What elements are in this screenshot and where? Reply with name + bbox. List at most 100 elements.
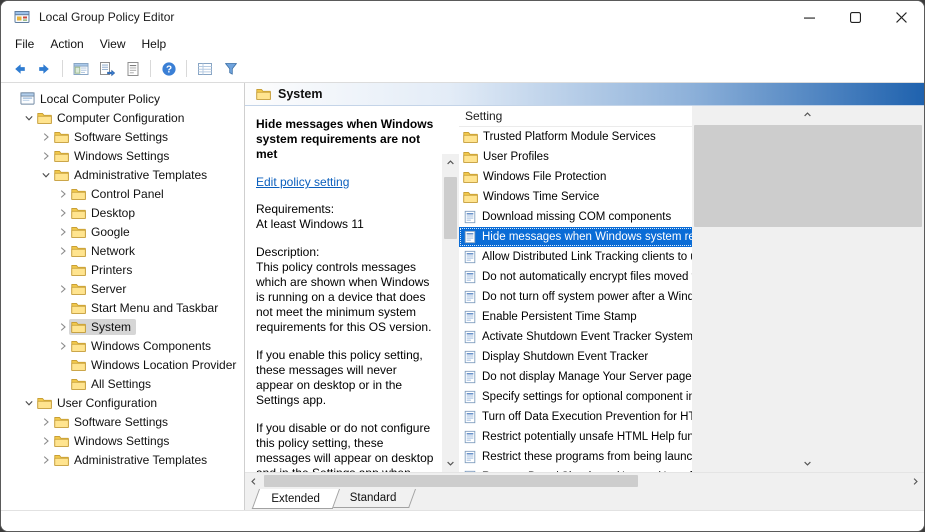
properties-button[interactable] [120, 57, 145, 81]
close-button[interactable] [878, 1, 924, 33]
chevron-right-icon[interactable] [56, 208, 69, 218]
setting-label: Activate Shutdown Event Tracker System S… [482, 331, 692, 343]
list-row-do-not-display-manage-your-server-page-at-[interactable]: Do not display Manage Your Server page a… [459, 367, 692, 387]
list-row-do-not-automatically-encrypt-files-moved-t[interactable]: Do not automatically encrypt files moved… [459, 267, 692, 287]
list-row-do-not-turn-off-system-power-after-a-windo[interactable]: Do not turn off system power after a Win… [459, 287, 692, 307]
tree-item-network[interactable]: Network [1, 241, 244, 260]
pane-title: System [278, 87, 322, 101]
scroll-up-button[interactable] [692, 106, 925, 123]
help-button[interactable]: ? [156, 57, 181, 81]
tree-item-administrative-templates[interactable]: Administrative Templates [1, 165, 244, 184]
back-button[interactable] [6, 57, 31, 81]
scrollbar-track[interactable] [692, 123, 925, 455]
tree-item-label: Windows Settings [74, 434, 169, 448]
menu-help[interactable]: Help [134, 34, 175, 54]
list-row-restrict-potentially-unsafe-html-help-func[interactable]: Restrict potentially unsafe HTML Help fu… [459, 427, 692, 447]
scrollbar-thumb[interactable] [444, 177, 457, 239]
list-row-hide-messages-when-windows-system-requirem[interactable]: Hide messages when Windows system requir… [459, 227, 692, 247]
list-row-enable-persistent-time-stamp[interactable]: Enable Persistent Time StampNot configur… [459, 307, 692, 327]
export-list-button[interactable] [94, 57, 119, 81]
list-row-windows-time-service[interactable]: Windows Time Service [459, 187, 692, 207]
scrollbar-thumb[interactable] [694, 125, 923, 227]
tree-item-printers[interactable]: Printers [1, 260, 244, 279]
list-row-trusted-platform-module-services[interactable]: Trusted Platform Module Services [459, 127, 692, 147]
policy-icon [463, 290, 477, 304]
tree-item-start-menu-and-taskbar[interactable]: Start Menu and Taskbar [1, 298, 244, 317]
list-row-allow-distributed-link-tracking-clients-to[interactable]: Allow Distributed Link Tracking clients … [459, 247, 692, 267]
list-row-specify-settings-for-optional-component-in[interactable]: Specify settings for optional component … [459, 387, 692, 407]
list-row-turn-off-data-execution-prevention-for-htm[interactable]: Turn off Data Execution Prevention for H… [459, 407, 692, 427]
scroll-right-button[interactable] [907, 473, 924, 489]
chevron-down-icon[interactable] [22, 398, 35, 408]
list-row-activate-shutdown-event-tracker-system-sta[interactable]: Activate Shutdown Event Tracker System S… [459, 327, 692, 347]
tree-item-system[interactable]: System [1, 317, 244, 336]
chevron-right-icon[interactable] [39, 436, 52, 446]
scroll-down-button[interactable] [692, 455, 925, 472]
tree-item-desktop[interactable]: Desktop [1, 203, 244, 222]
chevron-right-icon[interactable] [39, 132, 52, 142]
chevron-right-icon[interactable] [56, 284, 69, 294]
tree-item-server[interactable]: Server [1, 279, 244, 298]
tree-item-content: Windows Settings [52, 433, 174, 449]
menu-action[interactable]: Action [42, 34, 91, 54]
tree-item-control-panel[interactable]: Control Panel [1, 184, 244, 203]
scroll-up-button[interactable] [442, 154, 459, 171]
setting-column-header[interactable]: Setting [459, 106, 692, 126]
chevron-down-icon[interactable] [22, 113, 35, 123]
tree-item-windows-location-provider[interactable]: Windows Location Provider [1, 355, 244, 374]
chevron-right-icon[interactable] [56, 189, 69, 199]
chevron-right-icon[interactable] [56, 341, 69, 351]
list-row-display-shutdown-event-tracker[interactable]: Display Shutdown Event TrackerNot config… [459, 347, 692, 367]
filter-button[interactable] [218, 57, 243, 81]
tree-item-software-settings[interactable]: Software Settings [1, 127, 244, 146]
list-scrollbar[interactable] [692, 106, 925, 472]
scroll-left-button[interactable] [245, 473, 262, 489]
chevron-right-icon[interactable] [39, 417, 52, 427]
main-area: Local Computer PolicyComputer Configurat… [1, 83, 924, 510]
scroll-down-button[interactable] [442, 455, 459, 472]
setting-cell: Do not turn off system power after a Win… [459, 287, 692, 307]
tree-item-windows-settings[interactable]: Windows Settings [1, 431, 244, 450]
menu-file[interactable]: File [7, 34, 42, 54]
tree-item-windows-components[interactable]: Windows Components [1, 336, 244, 355]
chevron-right-icon[interactable] [39, 455, 52, 465]
tree-item-google[interactable]: Google [1, 222, 244, 241]
tree-item-label: User Configuration [57, 396, 157, 410]
folder-icon [71, 245, 86, 257]
forward-button[interactable] [32, 57, 57, 81]
tree-item-user-configuration[interactable]: User Configuration [1, 393, 244, 412]
horizontal-scrollbar[interactable] [245, 472, 924, 489]
menu-view[interactable]: View [92, 34, 134, 54]
show-console-tree-button[interactable] [68, 57, 93, 81]
chevron-right-icon[interactable] [56, 246, 69, 256]
tree-item-content: Start Menu and Taskbar [69, 300, 223, 316]
tree-item-local-computer-policy[interactable]: Local Computer Policy [1, 89, 244, 108]
edit-policy-setting-link[interactable]: Edit policy setting [256, 175, 349, 189]
list-row-windows-file-protection[interactable]: Windows File Protection [459, 167, 692, 187]
list-row-user-profiles[interactable]: User Profiles [459, 147, 692, 167]
scrollbar-track[interactable] [442, 171, 459, 455]
scrollbar-track[interactable] [262, 473, 907, 489]
setting-label: Do not automatically encrypt files moved… [482, 271, 692, 283]
scrollbar-thumb[interactable] [264, 475, 638, 487]
tab-label: Standard [349, 492, 396, 504]
scrollbar-gap [442, 106, 459, 154]
tree-item-computer-configuration[interactable]: Computer Configuration [1, 108, 244, 127]
maximize-button[interactable] [832, 1, 878, 33]
list-row-restrict-these-programs-from-being-launche[interactable]: Restrict these programs from being launc… [459, 447, 692, 467]
chevron-right-icon[interactable] [56, 227, 69, 237]
minimize-button[interactable] [786, 1, 832, 33]
tree-item-administrative-templates[interactable]: Administrative Templates [1, 450, 244, 469]
chevron-right-icon[interactable] [39, 151, 52, 161]
tree-item-software-settings[interactable]: Software Settings [1, 412, 244, 431]
tree-item-windows-settings[interactable]: Windows Settings [1, 146, 244, 165]
chevron-down-icon[interactable] [39, 170, 52, 180]
description-scrollbar[interactable] [442, 154, 459, 472]
tree-item-all-settings[interactable]: All Settings [1, 374, 244, 393]
list-row-download-missing-com-components[interactable]: Download missing COM componentsNot confi… [459, 207, 692, 227]
tab-extended[interactable]: Extended [252, 489, 340, 509]
chevron-right-icon[interactable] [56, 322, 69, 332]
icon-view-button[interactable] [192, 57, 217, 81]
folder-icon [463, 171, 478, 183]
tab-standard[interactable]: Standard [330, 489, 416, 508]
